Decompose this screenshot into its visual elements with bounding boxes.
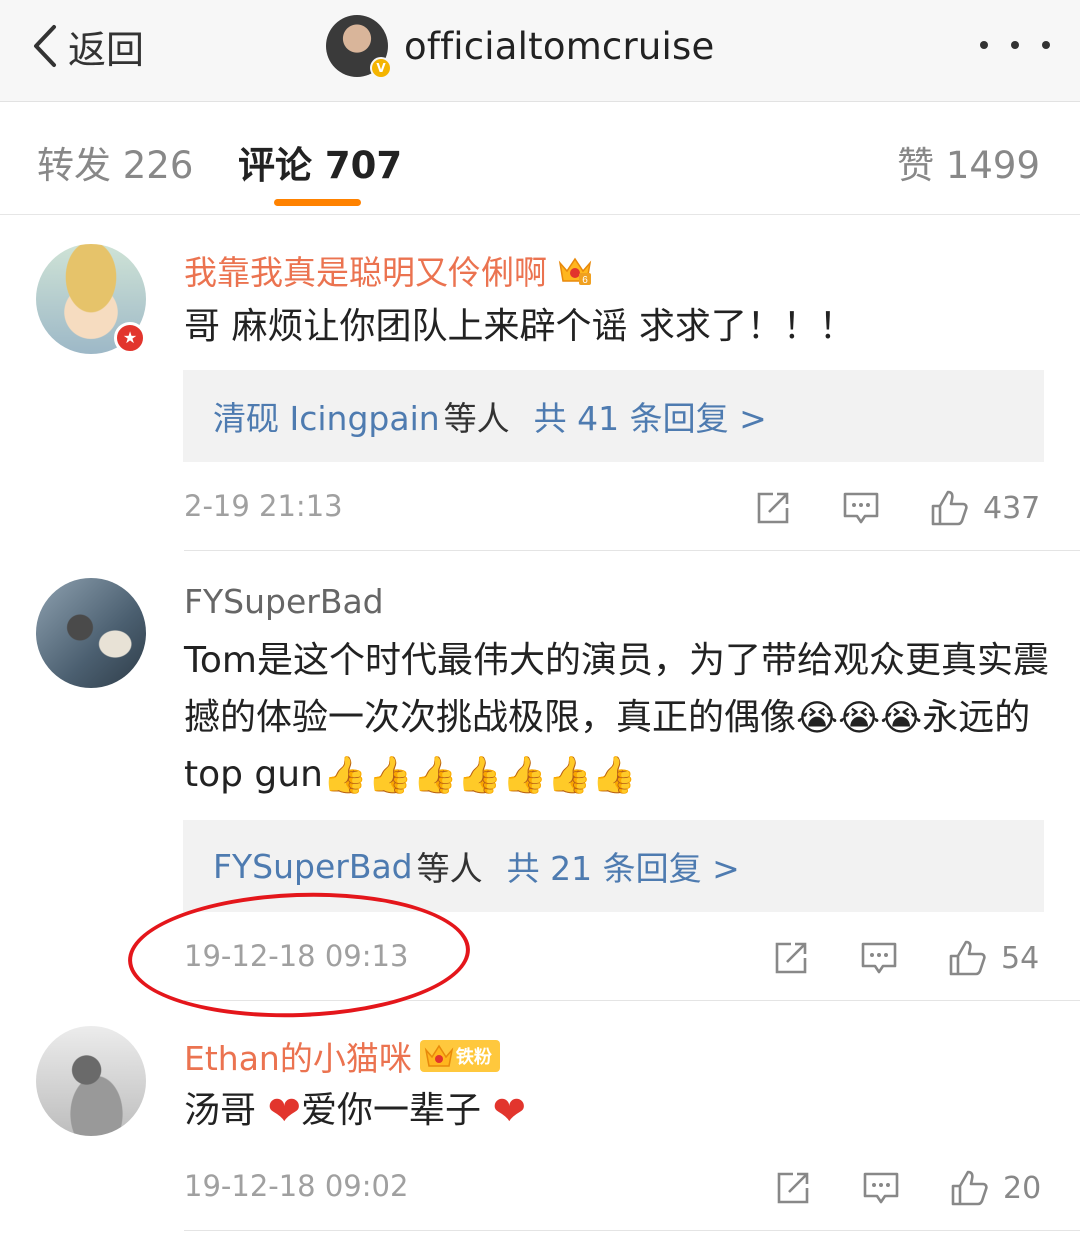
thumbs-up-emoji-icon: 👍 (457, 755, 503, 796)
comment-text: 汤哥 ❤爱你一辈子 ❤ (184, 1088, 526, 1135)
reply-users-link[interactable]: 清砚 Icingpain (213, 392, 440, 440)
thumbs-up-emoji-icon: 👍 (547, 755, 592, 796)
svg-text:6: 6 (582, 275, 588, 286)
thumbs-up-emoji-icon: 👍 (502, 755, 548, 796)
crown-icon (424, 1044, 454, 1067)
reply-users-link[interactable]: FYSuperBad (213, 847, 413, 886)
comment-actions: 20 (773, 1166, 1041, 1210)
heart-emoji-icon: ❤ (267, 1088, 301, 1135)
comment-icon[interactable] (859, 938, 899, 978)
divider (184, 550, 1080, 551)
avatar[interactable]: V (326, 15, 392, 79)
comment-actions: 54 (771, 936, 1039, 980)
comment-timestamp: 19-12-18 09:02 (184, 1169, 409, 1203)
like-count: 20 (1003, 1170, 1042, 1206)
verified-icon: V (370, 57, 392, 79)
share-icon[interactable] (771, 938, 811, 978)
tab-bar: 转发 226 评论 707 赞 1499 (0, 103, 1080, 215)
crying-emoji-icon: 😭 (880, 698, 923, 739)
more-options-icon[interactable] (980, 30, 1050, 60)
comment-username[interactable]: FYSuperBad (184, 582, 384, 621)
account-name: officialtomcruise (404, 24, 715, 68)
tab-reposts[interactable]: 转发 226 (37, 135, 193, 189)
share-icon[interactable] (753, 488, 793, 528)
comment-text: 哥 麻烦让你团队上来辟个谣 求求了！！！ (184, 306, 855, 347)
navigation-bar: 返回 V officialtomcruise (0, 0, 1080, 102)
comment-username[interactable]: 我靠我真是聪明又伶俐啊 6 (184, 246, 593, 294)
crying-emoji-icon: 😭 (796, 698, 839, 739)
like-icon[interactable] (929, 488, 969, 528)
chevron-left-icon (34, 25, 56, 67)
divider (184, 1230, 1080, 1231)
thumbs-up-emoji-icon: 👍 (412, 755, 458, 796)
active-tab-indicator (274, 199, 361, 206)
thumbs-up-emoji-icon: 👍 (322, 755, 368, 796)
comment-icon[interactable] (861, 1168, 901, 1208)
back-label: 返回 (68, 27, 145, 72)
share-icon[interactable] (773, 1168, 813, 1208)
like-count: 437 (983, 490, 1041, 526)
reply-etc-label: 等人 (416, 849, 483, 888)
thumbs-up-emoji-icon: 👍 (591, 755, 637, 796)
replies-summary[interactable]: 清砚 Icingpain 等人 共 41 条回复 > (183, 370, 1044, 462)
comment-username[interactable]: Ethan的小猫咪 铁粉 (184, 1032, 500, 1080)
reply-count-link[interactable]: 共 41 条回复 > (534, 392, 767, 440)
reply-count-link[interactable]: 共 21 条回复 > (507, 842, 740, 890)
account-header[interactable]: V officialtomcruise (326, 14, 715, 79)
avatar[interactable] (36, 578, 146, 688)
highlight-circle-annotation (125, 887, 473, 1023)
tab-likes[interactable]: 赞 1499 (897, 135, 1040, 189)
fan-badge: 铁粉 (419, 1040, 500, 1072)
comment-timestamp: 2-19 21:13 (184, 489, 343, 523)
thumbs-up-emoji-icon: 👍 (367, 755, 413, 796)
avatar[interactable]: ★ (36, 244, 146, 354)
comment-text: Tom是这个时代最伟大的演员，为了带给观众更真实震撼的体验一次次挑战极限，真正的… (184, 640, 1049, 796)
reply-etc-label: 等人 (443, 399, 510, 438)
comment-icon[interactable] (841, 488, 881, 528)
star-badge-icon: ★ (114, 322, 146, 354)
crown-icon: 6 (557, 253, 593, 287)
like-icon[interactable] (949, 1168, 989, 1208)
tab-comments[interactable]: 评论 707 (238, 135, 402, 189)
avatar[interactable] (36, 1026, 146, 1136)
heart-emoji-icon: ❤ (492, 1088, 526, 1135)
like-count: 54 (1001, 940, 1040, 976)
comment-actions: 437 (753, 486, 1040, 530)
crying-emoji-icon: 😭 (838, 698, 881, 739)
like-icon[interactable] (947, 938, 987, 978)
back-button[interactable]: 返回 (28, 18, 144, 74)
